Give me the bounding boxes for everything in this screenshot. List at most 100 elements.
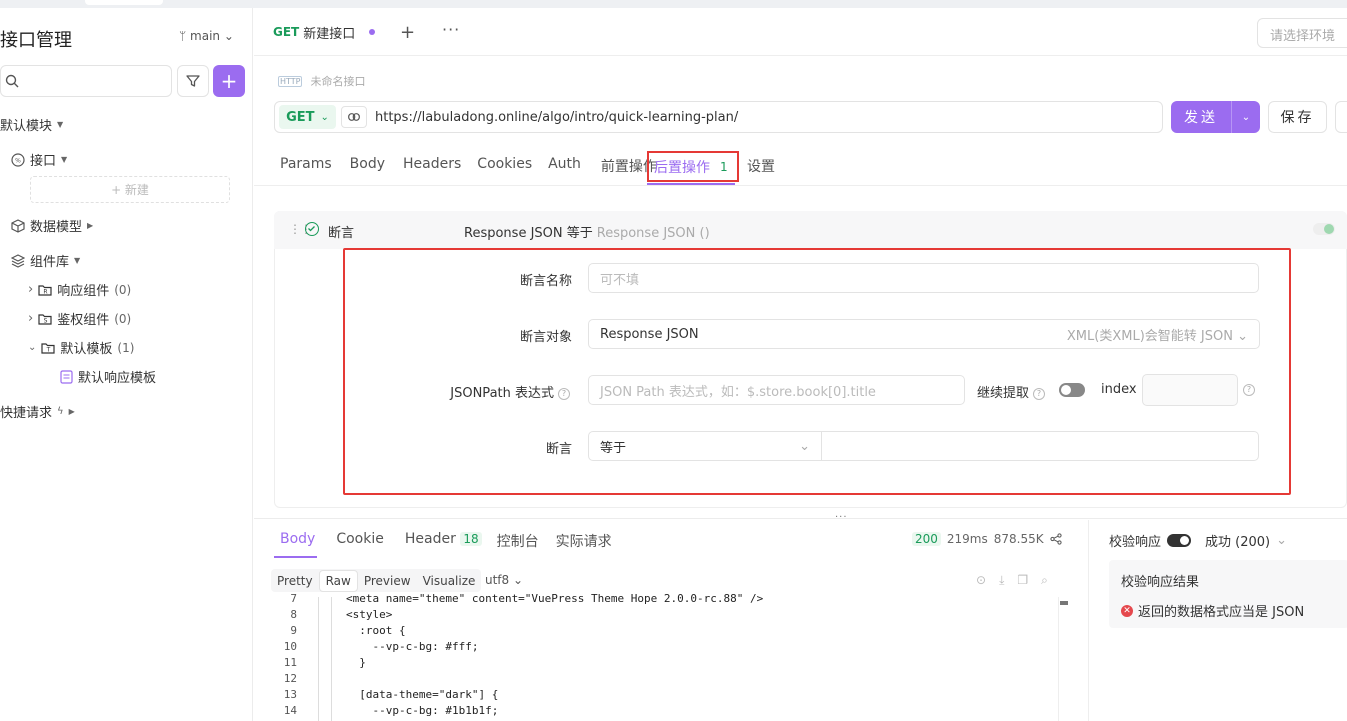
new-tab-plus-icon[interactable]: +	[400, 22, 415, 43]
search-icon[interactable]: ⌕	[1041, 573, 1048, 588]
interface-name-field[interactable]: HTTP 未命名接口	[278, 73, 365, 89]
chevron-down-icon[interactable]: ⌄	[1232, 112, 1260, 123]
code-scrollbar[interactable]	[1058, 597, 1059, 721]
search-icon	[5, 74, 19, 88]
tree-quick-requests[interactable]: 快捷请求 ϟ ▶	[0, 402, 75, 421]
tab-new-interface[interactable]: GET 新建接口	[262, 8, 383, 56]
assert-operator-select[interactable]: 等于 ⌄	[588, 431, 822, 461]
validate-status[interactable]: 成功 (200)	[1205, 531, 1270, 550]
check-mark	[308, 226, 315, 232]
response-status: 200 219ms 878.55K	[912, 532, 1062, 546]
resp-tab-console[interactable]: 控制台	[497, 531, 539, 551]
chevron-down-icon: ⌄	[28, 342, 37, 353]
code-text: --vp-c-bg: #1b1b1f;	[346, 704, 499, 716]
assert-op-value: 等于	[600, 440, 627, 456]
splitter-handle-icon[interactable]: ···	[835, 512, 848, 523]
tree-interfaces[interactable]: % 接口 ▼	[11, 150, 67, 169]
tab-settings[interactable]: 设置	[747, 156, 775, 176]
environment-select[interactable]: 请选择环境	[1257, 18, 1347, 48]
tree-component-lib[interactable]: 组件库 ▼	[11, 251, 80, 270]
cube-icon	[11, 218, 25, 233]
response-code-view[interactable]: 7 <meta name="theme" content="VuePress Th…	[270, 592, 1060, 716]
check-circle-icon	[305, 222, 319, 236]
link-icon[interactable]	[341, 106, 367, 128]
tree-label: 组件库	[30, 255, 70, 270]
more-tabs-icon[interactable]: ···	[442, 20, 460, 39]
sidebar-search-input[interactable]	[0, 65, 172, 97]
sidebar: 接口管理 ᛘ main ⌄ + 默认模块 ▼ % 接口 ▼ + 新建 数据模型 ▶ 组…	[0, 8, 253, 721]
assertion-target-select[interactable]: Response JSON XML(类XML)会智能转 JSON ⌄	[588, 319, 1260, 349]
chevron-down-icon: ⌄	[223, 29, 234, 43]
chevron-down-icon[interactable]: ⌄	[1276, 533, 1287, 548]
caret-down-icon: ▼	[61, 155, 68, 164]
assertion-enabled-toggle[interactable]	[1313, 223, 1335, 235]
response-time: 219ms	[946, 532, 988, 546]
error-icon: ✕	[1121, 604, 1133, 617]
index-input[interactable]	[1142, 374, 1238, 406]
download-icon[interactable]: ⤓	[999, 573, 1004, 588]
continue-extract-label: 继续提取?	[977, 382, 1046, 401]
help-icon[interactable]: ?	[558, 387, 570, 400]
panel-splitter[interactable]	[254, 518, 1347, 519]
tree-default-templates[interactable]: ⌄ T 默认模板 (1)	[28, 338, 135, 358]
api-icon: %	[11, 152, 25, 167]
assert-op-label: 断言	[545, 442, 572, 457]
tab-body[interactable]: Body	[350, 156, 385, 176]
chevron-down-icon: ⌄	[799, 438, 810, 454]
tree-response-components[interactable]: › R 响应组件 (0)	[28, 280, 131, 299]
assertion-header[interactable]	[274, 211, 1347, 249]
response-side-divider	[1088, 520, 1089, 721]
url-input[interactable]: https://labuladong.online/algo/intro/qui…	[375, 110, 738, 125]
jsonpath-input[interactable]: JSON Path 表达式，如：$.store.book[0].title	[588, 375, 965, 405]
jsonpath-label: JSONPath 表达式?	[420, 382, 570, 401]
validate-switch[interactable]	[1167, 534, 1192, 547]
caret-right-icon: ▶	[68, 407, 75, 416]
tab-cookies[interactable]: Cookies	[477, 156, 532, 176]
resp-tab-cookie[interactable]: Cookie	[336, 531, 384, 551]
tree-auth-components[interactable]: › S 鉴权组件 (0)	[28, 309, 131, 328]
assert-value-input[interactable]	[821, 431, 1259, 461]
tree-data-models[interactable]: 数据模型 ▶	[11, 216, 93, 235]
assertion-name-input[interactable]: 可不填	[588, 263, 1259, 293]
assertion-title: 断言	[328, 226, 355, 241]
code-line: 13 [data-theme="dark"] {	[270, 688, 1060, 704]
chevron-down-icon: ⌄	[320, 111, 329, 123]
method-select[interactable]: GET ⌄	[279, 105, 336, 129]
new-interface-button[interactable]: + 新建	[30, 176, 230, 203]
view-preview[interactable]: Preview	[358, 571, 417, 591]
add-button[interactable]: +	[213, 65, 245, 97]
copy-icon[interactable]: ❐	[1017, 573, 1028, 588]
tab-post-operations[interactable]: 后置操作 1	[647, 151, 739, 182]
tab-params[interactable]: Params	[280, 156, 332, 176]
caret-down-icon: ▼	[74, 256, 81, 265]
tree-default-response-template[interactable]: 默认响应模板	[60, 367, 156, 386]
resp-tab-actual[interactable]: 实际请求	[556, 531, 612, 551]
help-icon[interactable]: ?	[1243, 384, 1255, 396]
request-tab-bar: GET 新建接口 + ··· 请选择环境	[254, 8, 1347, 56]
filter-button[interactable]	[177, 65, 209, 97]
view-pretty[interactable]: Pretty	[271, 571, 319, 591]
resp-tab-body[interactable]: Body	[280, 531, 315, 551]
code-scroll-thumb[interactable]	[1060, 601, 1068, 605]
continue-extract-switch[interactable]	[1059, 383, 1085, 397]
branch-selector[interactable]: ᛘ main ⌄	[179, 29, 234, 43]
more-actions-button[interactable]	[1335, 101, 1347, 133]
top-tab-stub[interactable]	[85, 0, 163, 5]
resp-tab-header[interactable]: Header 18	[405, 531, 482, 551]
tree-count: (1)	[117, 340, 135, 355]
tree-default-module[interactable]: 默认模块 ▼	[0, 115, 63, 134]
encoding-select[interactable]: utf8 ⌄	[485, 573, 523, 587]
tab-auth[interactable]: Auth	[548, 156, 581, 176]
view-visualize[interactable]: Visualize	[417, 571, 482, 591]
jsonpath-placeholder: JSON Path 表达式，如：$.store.book[0].title	[600, 384, 876, 400]
save-button[interactable]: 保存	[1268, 101, 1327, 133]
target-hint: XML(类XML)会智能转 JSON	[1066, 328, 1233, 344]
tab-headers[interactable]: Headers	[403, 156, 461, 176]
folder-s-icon: S	[38, 313, 52, 325]
help-icon[interactable]: ?	[1033, 387, 1046, 400]
view-raw[interactable]: Raw	[318, 569, 358, 592]
format-icon[interactable]: ⊙	[976, 573, 986, 588]
share-icon[interactable]	[1050, 533, 1062, 545]
send-button[interactable]: 发送 ⌄	[1171, 101, 1260, 133]
http-icon: HTTP	[278, 75, 303, 87]
